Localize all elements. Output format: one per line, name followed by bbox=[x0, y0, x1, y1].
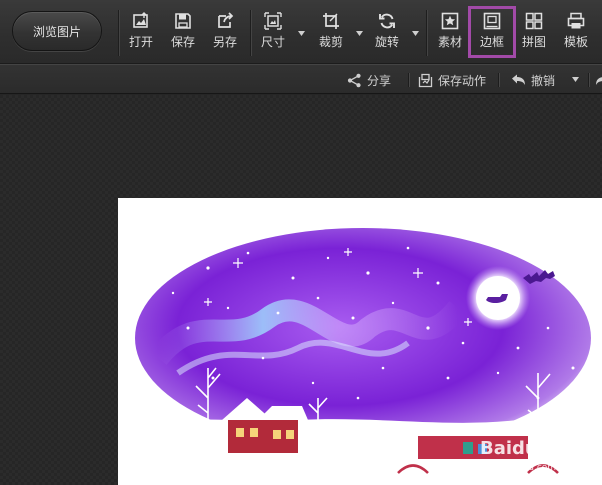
selected-tool-highlight bbox=[468, 6, 516, 58]
crop-dropdown-arrow[interactable] bbox=[354, 29, 364, 37]
action-divider bbox=[408, 73, 409, 87]
undo-arrow-icon bbox=[512, 74, 525, 85]
crop-icon bbox=[322, 12, 340, 30]
save-as-label: 另存 bbox=[212, 35, 237, 49]
save-as-button[interactable]: 另存 bbox=[207, 12, 243, 56]
collage-button[interactable]: 拼图 bbox=[516, 12, 552, 56]
collage-label: 拼图 bbox=[521, 35, 546, 49]
edited-photo[interactable]: Baidu经验 jingyan.baidu.com bbox=[118, 198, 602, 485]
watermark-url: jingyan.baidu.com bbox=[472, 463, 556, 473]
resize-button[interactable]: 尺寸 bbox=[255, 12, 291, 56]
toolbar-divider bbox=[118, 10, 119, 56]
open-button[interactable]: 打开 bbox=[123, 12, 159, 56]
toolbar-divider bbox=[426, 10, 427, 56]
resize-dropdown-arrow[interactable] bbox=[296, 29, 306, 37]
template-label: 模板 bbox=[563, 35, 588, 49]
undo-dropdown-arrow[interactable] bbox=[570, 75, 580, 83]
open-image-icon bbox=[132, 12, 150, 30]
action-divider bbox=[588, 73, 589, 87]
crop-label: 裁剪 bbox=[318, 35, 343, 49]
material-button[interactable]: 素材 bbox=[432, 12, 468, 56]
redo-arrow-icon bbox=[596, 76, 602, 85]
open-label: 打开 bbox=[128, 35, 153, 49]
template-button[interactable]: 模板 bbox=[558, 12, 594, 56]
redo-button[interactable] bbox=[595, 71, 602, 89]
share-icon bbox=[347, 73, 361, 87]
share-label: 分享 bbox=[367, 73, 392, 88]
save-action-button[interactable]: 保存动作 bbox=[418, 71, 486, 89]
resize-label: 尺寸 bbox=[260, 35, 285, 49]
rotate-button[interactable]: 旋转 bbox=[369, 12, 405, 56]
rotate-arrows-icon bbox=[378, 12, 396, 30]
share-button[interactable]: 分享 bbox=[347, 71, 391, 89]
action-bar: 分享 保存动作 撤销 bbox=[0, 64, 602, 94]
main-toolbar: 浏览图片 打开 保存 另存 尺寸 裁剪 旋转 素材 边框 拼图 模板 bbox=[0, 0, 602, 64]
action-divider bbox=[498, 73, 499, 87]
save-button[interactable]: 保存 bbox=[165, 12, 201, 56]
canvas-workspace[interactable]: Baidu经验 jingyan.baidu.com bbox=[0, 95, 602, 485]
save-disk-icon bbox=[174, 12, 192, 30]
resize-icon bbox=[264, 12, 282, 30]
rotate-dropdown-arrow[interactable] bbox=[410, 29, 420, 37]
crop-button[interactable]: 裁剪 bbox=[313, 12, 349, 56]
save-as-export-icon bbox=[216, 12, 234, 30]
christmas-night-illustration: Baidu经验 jingyan.baidu.com bbox=[118, 228, 602, 485]
star-sticker-icon bbox=[441, 12, 459, 30]
browse-images-button[interactable]: 浏览图片 bbox=[12, 11, 102, 51]
rotate-label: 旋转 bbox=[374, 35, 399, 49]
undo-label: 撤销 bbox=[531, 73, 556, 88]
toolbar-divider bbox=[250, 10, 251, 56]
baidu-watermark: Baidu经验 bbox=[480, 437, 575, 459]
save-action-icon bbox=[418, 73, 433, 87]
undo-button[interactable]: 撤销 bbox=[511, 71, 555, 89]
save-action-label: 保存动作 bbox=[438, 73, 487, 88]
template-printer-icon bbox=[567, 12, 585, 30]
material-label: 素材 bbox=[437, 35, 462, 49]
save-label: 保存 bbox=[170, 35, 195, 49]
collage-grid-icon bbox=[525, 12, 543, 30]
